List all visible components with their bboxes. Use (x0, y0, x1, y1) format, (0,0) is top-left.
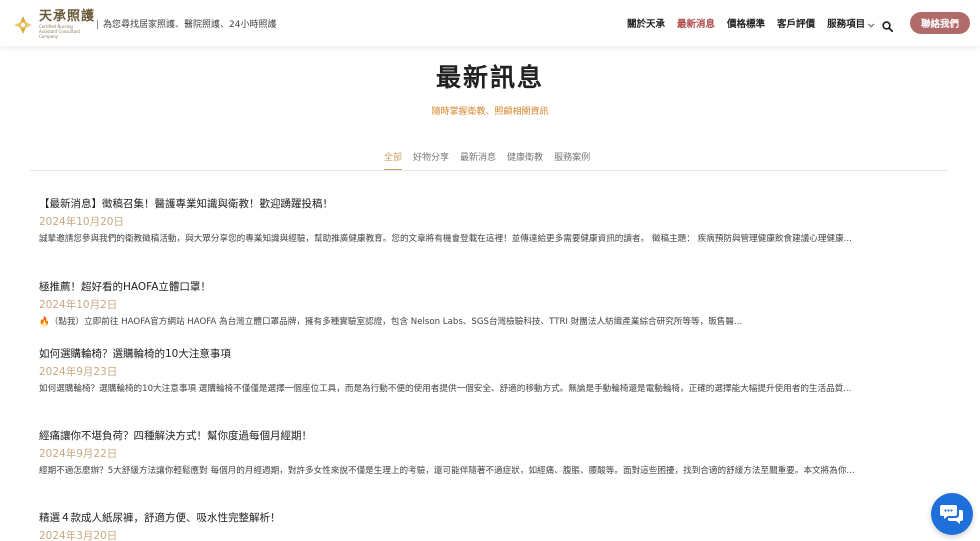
logo-mark-icon (11, 13, 35, 37)
post-item: 精選４款成人紙尿褲，舒適方便、吸水性完整解析！ 2024年3月20日 (39, 510, 939, 541)
post-date: 2024年10月20日 (39, 216, 124, 228)
nav-item-news[interactable]: 最新消息 (677, 16, 715, 30)
post-date: 2024年9月23日 (39, 366, 118, 378)
post-excerpt: 誠摯邀請您參與我們的衛教徵稿活動，與大眾分享您的專業知識與經驗，幫助推廣健康教育… (39, 234, 852, 244)
tab-service-cases[interactable]: 服務案例 (554, 150, 590, 170)
post-excerpt: 🔥（點我）立即前往 HAOFA官方網站 HAOFA 為台灣立體口罩品牌，擁有多種… (39, 317, 743, 327)
nav-item-about[interactable]: 關於天承 (627, 16, 665, 30)
main-nav: 關於天承 最新消息 價格標準 客戶評價 服務項目 ⌵ (627, 16, 886, 30)
tab-latest-news[interactable]: 最新消息 (460, 150, 496, 170)
post-item: 【最新消息】徵稿召集！醫護專業知識與衛教！歡迎踴躍投稿！ 2024年10月20日… (39, 196, 939, 247)
post-title[interactable]: 極推薦！超好看的HAOFA立體口罩！ (39, 279, 939, 294)
post-excerpt: 經期不適怎麼辦？5大舒緩方法讓你輕鬆應對 每個月的月經週期，對許多女性來說不僅是… (39, 466, 855, 476)
post-title[interactable]: 經痛讓你不堪負荷？四種解決方式！幫你度過每個月經期！ (39, 428, 939, 443)
post-item: 極推薦！超好看的HAOFA立體口罩！ 2024年10月2日 🔥（點我）立即前往 … (39, 279, 939, 330)
post-date: 2024年10月2日 (39, 299, 118, 311)
search-icon[interactable] (882, 17, 894, 33)
nav-item-services-label: 服務項目 (827, 19, 866, 30)
tabs-divider (30, 170, 948, 171)
page-title: 最新訊息 (435, 63, 544, 92)
post-title[interactable]: 【最新消息】徵稿召集！醫護專業知識與衛教！歡迎踴躍投稿！ (39, 196, 939, 211)
post-title[interactable]: 精選４款成人紙尿褲，舒適方便、吸水性完整解析！ (39, 510, 939, 525)
site-header: 天承照護 Certified Nursing Assistant Consult… (0, 0, 980, 46)
brand-logo[interactable]: 天承照護 Certified Nursing Assistant Consult… (11, 10, 95, 39)
chevron-down-icon: ⌵ (868, 20, 875, 29)
post-item: 如何選購輪椅？選購輪椅的10大注意事項 2024年9月23日 如何選購輪椅？選購… (39, 346, 939, 397)
brand-subtitle: Certified Nursing Assistant Consultant C… (39, 24, 81, 39)
header-tagline: | 為您尋找居家照護、醫院照護、24小時照護 (96, 17, 277, 30)
post-excerpt: 如何選購輪椅？選購輪椅的10大注意事項 選購輪椅不僅僅是選擇一個座位工具，而是為… (39, 384, 852, 394)
tab-health-education[interactable]: 健康衛教 (507, 150, 543, 170)
post-date: 2024年9月22日 (39, 448, 118, 460)
brand-name: 天承照護 (39, 9, 96, 24)
post-item: 經痛讓你不堪負荷？四種解決方式！幫你度過每個月經期！ 2024年9月22日 經期… (39, 428, 939, 479)
post-date: 2024年3月20日 (39, 530, 118, 541)
contact-us-button[interactable]: 聯絡我們 (910, 12, 970, 34)
post-title[interactable]: 如何選購輪椅？選購輪椅的10大注意事項 (39, 346, 939, 361)
category-tabs: 全部 好物分享 最新消息 健康衛教 服務案例 (384, 150, 601, 170)
tab-product-sharing[interactable]: 好物分享 (413, 150, 449, 170)
tagline-text: 為您尋找居家照護、醫院照護、24小時照護 (103, 20, 277, 30)
chat-bubbles-icon (940, 505, 963, 524)
tab-all[interactable]: 全部 (384, 150, 403, 170)
nav-item-services[interactable]: 服務項目 ⌵ (827, 16, 874, 30)
page-subtitle: 隨時掌握衛教、照顧相關資訊 (431, 107, 549, 117)
nav-item-reviews[interactable]: 客戶評價 (777, 16, 815, 30)
tagline-divider: | (96, 20, 100, 30)
chat-button[interactable] (931, 493, 973, 535)
nav-item-pricing[interactable]: 價格標準 (727, 16, 765, 30)
